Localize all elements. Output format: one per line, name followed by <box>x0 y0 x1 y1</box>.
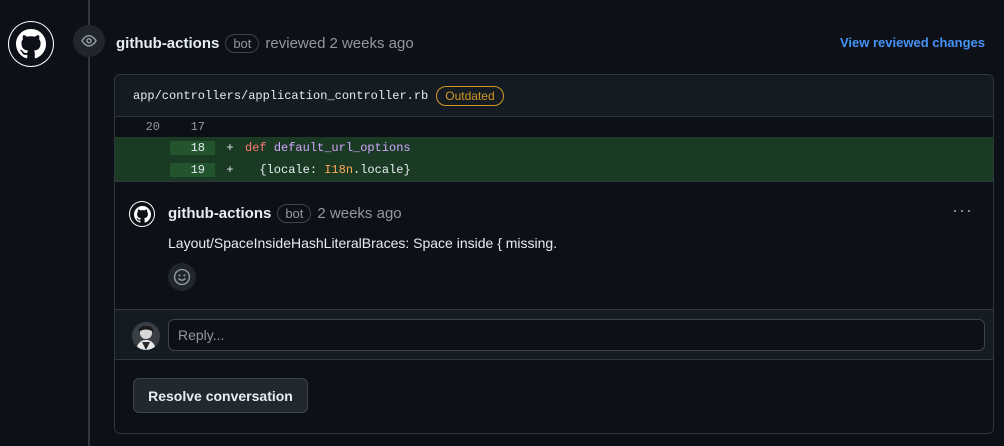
code-constant: I18n <box>324 163 354 177</box>
reviewed-badge <box>73 25 105 57</box>
code-hash-close: .locale} <box>353 163 411 177</box>
smiley-icon <box>173 268 191 286</box>
diff-line: 20 17 <box>115 117 993 137</box>
review-action-text: reviewed <box>265 34 326 52</box>
resolve-conversation-button[interactable]: Resolve conversation <box>133 378 308 413</box>
comment-author-link[interactable]: github-actions <box>168 205 271 222</box>
code-hash-open: {locale: <box>259 163 325 177</box>
file-header: app/controllers/application_controller.r… <box>115 75 993 117</box>
diff-snippet: 20 17 18 + def default_url_options 19 + … <box>115 117 993 181</box>
old-line-number: 20 <box>145 120 160 134</box>
github-mark-icon <box>16 29 46 59</box>
new-line-number: 19 <box>170 163 215 177</box>
github-mark-icon <box>133 205 151 223</box>
review-comment: github-actions bot 2 weeks ago ··· Layou… <box>115 181 993 309</box>
comment-header: github-actions bot 2 weeks ago <box>168 203 402 223</box>
kebab-horizontal-icon[interactable]: ··· <box>952 201 973 219</box>
diff-line: 18 + def default_url_options <box>115 137 993 159</box>
bot-badge: bot <box>225 33 260 53</box>
resolve-area: Resolve conversation <box>115 359 993 431</box>
comment-author-avatar[interactable] <box>129 201 155 227</box>
author-avatar[interactable] <box>8 21 54 67</box>
bot-badge: bot <box>277 203 312 223</box>
reply-input[interactable] <box>168 319 985 351</box>
review-author-link[interactable]: github-actions <box>116 35 219 52</box>
outdated-badge: Outdated <box>436 85 504 106</box>
comment-timestamp[interactable]: 2 weeks ago <box>317 205 401 222</box>
eye-icon <box>81 35 97 47</box>
file-path[interactable]: app/controllers/application_controller.r… <box>133 89 428 103</box>
view-reviewed-changes-link[interactable]: View reviewed changes <box>840 35 985 50</box>
code-keyword: def <box>245 141 267 155</box>
review-thread: app/controllers/application_controller.r… <box>114 74 994 434</box>
diff-line: 19 + {locale: I18n.locale} <box>115 159 993 181</box>
new-line-number: 18 <box>170 141 215 155</box>
review-header: github-actions bot reviewed 2 weeks ago <box>116 32 414 54</box>
reply-row <box>115 309 993 359</box>
add-reaction-button[interactable] <box>168 263 196 291</box>
diff-sign: + <box>226 141 234 155</box>
comment-body: Layout/SpaceInsideHashLiteralBraces: Spa… <box>168 235 558 251</box>
code-text: {locale: I18n.locale} <box>245 163 411 177</box>
user-avatar-icon <box>132 322 160 350</box>
code-method: default_url_options <box>273 141 411 155</box>
review-timestamp[interactable]: 2 weeks ago <box>329 35 413 52</box>
timeline-line <box>88 0 90 446</box>
code-text: def default_url_options <box>245 141 411 155</box>
new-line-number: 17 <box>190 120 205 134</box>
diff-sign: + <box>226 163 234 177</box>
current-user-avatar[interactable] <box>132 322 160 350</box>
